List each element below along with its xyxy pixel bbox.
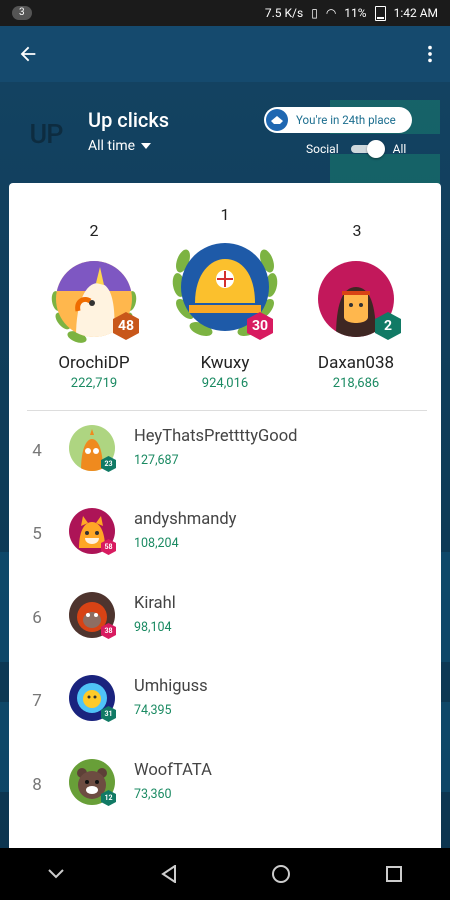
list-item[interactable]: 5 58 andyshmandy 108,204 xyxy=(9,494,441,578)
square-recents-icon xyxy=(385,866,402,882)
row-name: WoofTATA xyxy=(134,761,212,780)
vibrate-icon: ▯ xyxy=(311,6,318,20)
status-bar: 3 7.5 K/s ▯ ◠ 11% 1:42 AM xyxy=(0,0,450,26)
time-filter-dropdown[interactable]: All time xyxy=(88,138,152,154)
leaderboard-card: 2 4 8 OrochiDP 222,719 1 30 Kwuxy 924,016… xyxy=(9,183,441,850)
user-avatar-icon xyxy=(266,109,288,131)
podium-score: 218,686 xyxy=(332,376,380,391)
arrow-left-icon xyxy=(20,46,36,62)
battery-percent: 11% xyxy=(344,6,367,20)
status-icons: 7.5 K/s ▯ ◠ 11% 1:42 AM xyxy=(264,5,438,21)
notification-count-badge: 3 xyxy=(12,6,32,20)
wifi-icon: ◠ xyxy=(325,6,337,20)
list-item[interactable]: 7 31 Umhiguss 74,395 xyxy=(9,661,441,745)
row-rank: 6 xyxy=(32,608,42,628)
podium-name: Daxan038 xyxy=(317,353,395,373)
podium-rank-2: 2 xyxy=(89,221,99,240)
row-rank: 5 xyxy=(32,524,42,544)
podium-score: 924,016 xyxy=(201,376,249,391)
back-button[interactable] xyxy=(0,26,56,82)
row-score: 74,395 xyxy=(134,703,172,718)
nav-down-button[interactable] xyxy=(26,848,86,900)
row-score: 127,687 xyxy=(134,453,179,468)
nav-back-button[interactable] xyxy=(139,848,199,900)
list-item[interactable]: 6 38 Kirahl 98,104 xyxy=(9,578,441,662)
more-vert-icon xyxy=(428,45,432,63)
up-logo: UP xyxy=(29,118,64,150)
list-item[interactable]: 4 23 HeyThatsPrettttyGood 127,687 xyxy=(9,411,441,495)
list-item[interactable]: 8 12 WoofTATA 73,360 xyxy=(9,745,441,829)
toggle-label-social: Social xyxy=(306,142,339,156)
social-all-switch[interactable] xyxy=(349,140,385,158)
row-name: Umhiguss xyxy=(134,677,208,696)
battery-icon xyxy=(374,5,386,21)
row-rank: 7 xyxy=(32,691,42,711)
overflow-menu-button[interactable] xyxy=(410,26,450,82)
row-name: andyshmandy xyxy=(134,510,237,529)
row-rank: 8 xyxy=(32,775,42,795)
row-score: 73,360 xyxy=(134,787,172,802)
user-rank-pill[interactable]: You're in 24th place xyxy=(264,107,412,133)
nav-home-button[interactable] xyxy=(251,848,311,900)
chevron-down-icon xyxy=(48,869,64,879)
circle-home-icon xyxy=(272,865,291,883)
podium-rank-1: 1 xyxy=(220,205,230,224)
app-bar xyxy=(0,26,450,82)
podium-rank-3: 3 xyxy=(352,221,362,240)
row-score: 108,204 xyxy=(134,536,179,551)
toggle-label-all: All xyxy=(392,142,407,156)
row-name: Kirahl xyxy=(134,594,176,613)
podium-name: Kwuxy xyxy=(200,353,250,373)
system-nav-bar xyxy=(0,848,450,900)
social-all-toggle-row: Social All xyxy=(306,140,406,158)
page-title: Up clicks xyxy=(88,108,170,132)
network-speed: 7.5 K/s xyxy=(264,6,304,20)
triangle-back-icon xyxy=(160,865,176,883)
time-filter-label: All time xyxy=(88,138,136,154)
podium-name: OrochiDP xyxy=(58,353,130,373)
caret-down-icon xyxy=(141,143,152,149)
row-name: HeyThatsPrettttyGood xyxy=(134,427,298,446)
nav-recents-button[interactable] xyxy=(364,848,424,900)
podium-score: 222,719 xyxy=(70,376,118,391)
user-rank-text: You're in 24th place xyxy=(296,113,396,127)
clock: 1:42 AM xyxy=(393,6,438,20)
row-rank: 4 xyxy=(32,441,42,461)
row-score: 98,104 xyxy=(134,620,172,635)
